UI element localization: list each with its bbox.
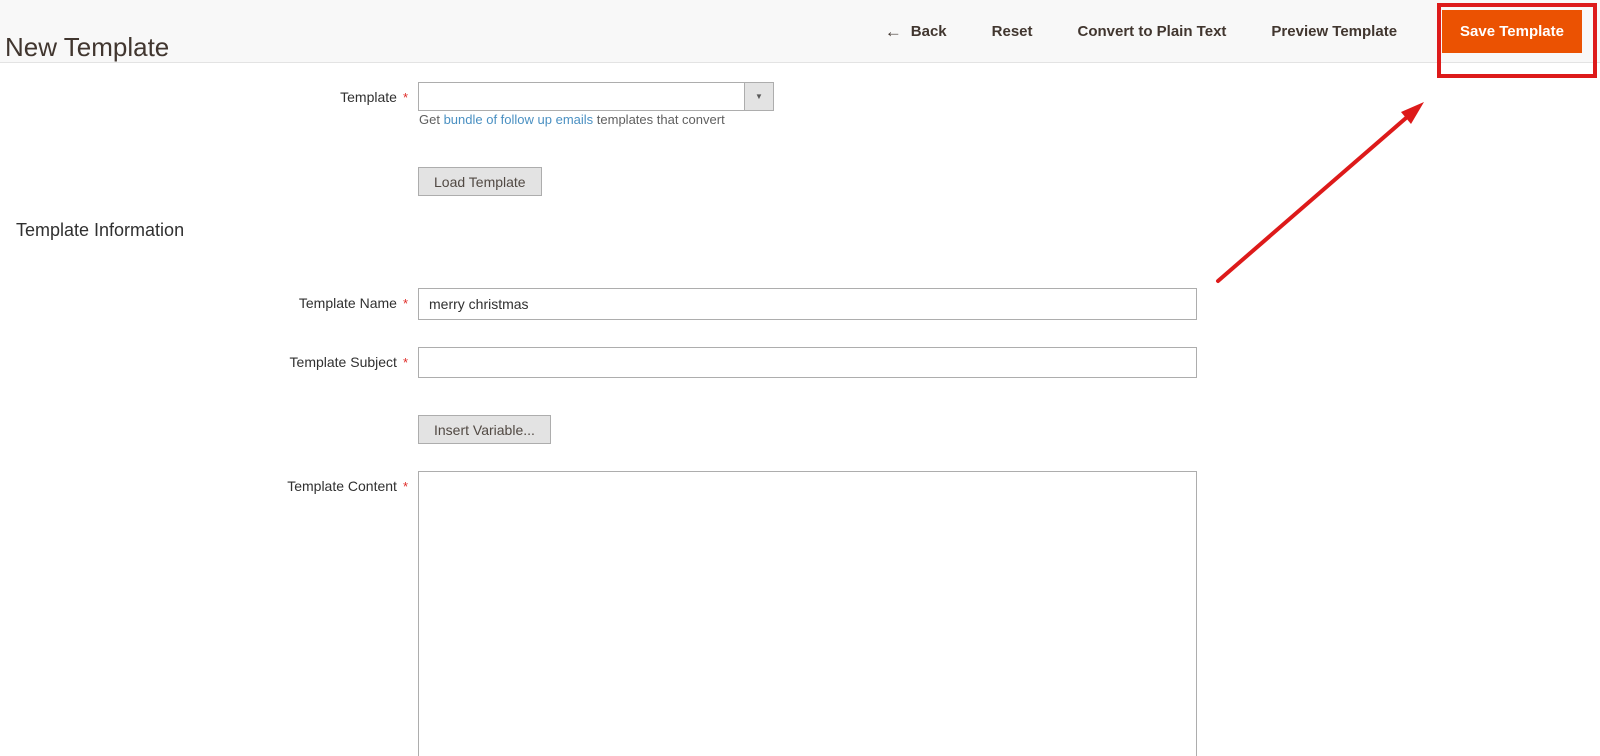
required-asterisk: * [402,90,408,105]
back-button-label: Back [910,23,947,40]
page: New Template ← Back Reset Convert to Pla… [0,0,1600,756]
arrow-left-icon: ← [884,22,902,41]
required-asterisk: * [402,296,408,311]
template-note: Get bundle of follow up emails templates… [419,112,725,127]
template-subject-row: Template Subject * [0,347,1600,378]
reset-button[interactable]: Reset [992,23,1033,40]
required-asterisk: * [402,479,408,494]
header-actions: ← Back Reset Convert to Plain Text Previ… [885,0,1582,63]
page-header: New Template ← Back Reset Convert to Pla… [0,0,1600,63]
required-asterisk: * [402,355,408,370]
follow-up-emails-link[interactable]: bundle of follow up emails [444,112,594,127]
save-template-button[interactable]: Save Template [1442,10,1582,53]
template-select[interactable]: ▼ [418,82,774,111]
insert-variable-button[interactable]: Insert Variable... [418,415,551,444]
template-name-input[interactable] [418,288,1197,320]
template-content-label: Template Content * [287,478,408,494]
template-content-row: Template Content * [0,471,1600,756]
back-button[interactable]: ← Back [885,23,947,40]
section-title: Template Information [16,220,185,240]
caret-down-icon: ▼ [755,91,763,101]
template-subject-label: Template Subject * [289,354,408,370]
select-dropdown-button[interactable]: ▼ [744,83,773,110]
template-label: Template * [340,89,408,105]
template-content-textarea[interactable] [418,471,1197,756]
note-prefix: Get [419,112,444,127]
note-suffix: templates that convert [593,112,725,127]
preview-template-button[interactable]: Preview Template [1271,23,1397,40]
template-row: Template * ▼ [0,82,1600,111]
template-name-row: Template Name * [0,288,1600,320]
convert-to-plain-text-button[interactable]: Convert to Plain Text [1078,23,1227,40]
load-template-button[interactable]: Load Template [418,167,542,196]
page-title: New Template [5,32,170,63]
template-subject-input[interactable] [418,347,1197,378]
template-name-label: Template Name * [298,295,408,311]
